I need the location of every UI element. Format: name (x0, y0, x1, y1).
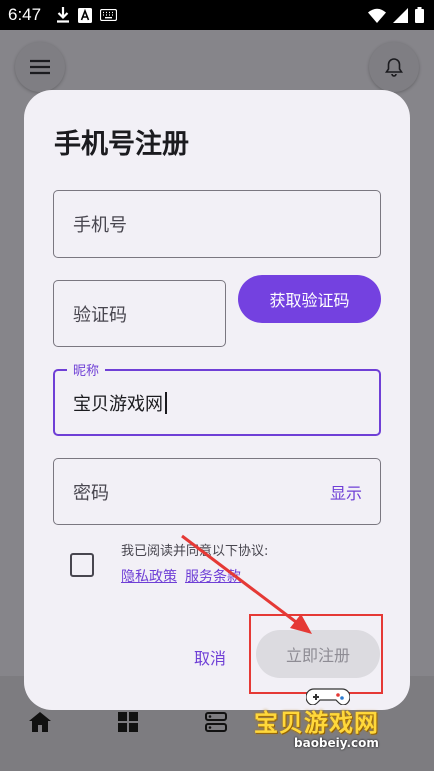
watermark-url: baobeiy.com (294, 736, 379, 750)
site-watermark: 宝贝游戏网 baobeiy.com (254, 685, 414, 765)
watermark-title: 宝贝游戏网 (254, 709, 379, 737)
annotation-highlight-box (249, 614, 383, 694)
gamepad-icon (306, 688, 350, 705)
